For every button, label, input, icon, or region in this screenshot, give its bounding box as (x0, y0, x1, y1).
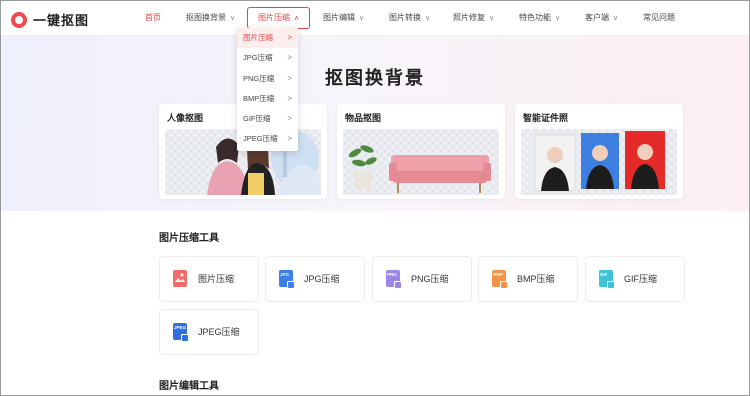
dropdown-item-label: JPEG压缩 (243, 134, 278, 144)
chevron-down-icon: ∨ (359, 15, 365, 22)
nav-client[interactable]: 客户端 ∨ (585, 1, 618, 35)
nav-special-features-label: 特色功能 (519, 13, 551, 22)
nav-cutout-background[interactable]: 抠图换背景 ∨ (186, 1, 235, 35)
gif-icon: GIF (599, 270, 615, 289)
nav-faq[interactable]: 常见问题 (643, 1, 675, 35)
dropdown-item-jpeg[interactable]: JPEG压缩 > (237, 129, 298, 149)
tool-label: BMP压缩 (517, 274, 555, 284)
dropdown-item-label: JPG压缩 (243, 53, 273, 63)
chevron-down-icon: ∨ (489, 15, 495, 22)
tool-label: PNG压缩 (411, 274, 449, 284)
hero-title: 抠图换背景 (325, 68, 425, 88)
png-icon: PNG (386, 270, 402, 289)
card-smart-id-photo[interactable]: 智能证件照 (515, 104, 683, 199)
gif-tag: GIF (600, 272, 608, 277)
tool-gif-compress[interactable]: GIF GIF压缩 (585, 256, 685, 302)
image-compress-icon (173, 270, 187, 287)
dropdown-item-label: 图片压缩 (243, 33, 273, 42)
chevron-down-icon: ∨ (230, 15, 236, 22)
nav-image-compress-label: 图片压缩 (258, 13, 290, 22)
compress-dropdown-menu: 图片压缩 > JPG压缩 > PNG压缩 > BMP压缩 > GIF压缩 > JPEG压缩… (237, 28, 298, 151)
logo-text: 一键抠图 (33, 13, 90, 28)
top-navbar: 一键抠图 首页 抠图换背景 ∨ 图片压缩 ∧ 图片编辑 ∨ 图片转换 ∨ 照片修复 ∨ 特… (1, 1, 749, 36)
dropdown-item-image-compress[interactable]: 图片压缩 > (237, 28, 298, 49)
nav-photo-restore[interactable]: 照片修复 ∨ (453, 1, 494, 35)
nav-image-edit[interactable]: 图片编辑 ∨ (323, 1, 364, 35)
id-photo-sample-image (521, 129, 677, 195)
chevron-down-icon: ∨ (425, 15, 431, 22)
chevron-right-icon: > (287, 134, 292, 144)
dropdown-item-png[interactable]: PNG压缩 > (237, 69, 298, 89)
dropdown-item-jpg[interactable]: JPG压缩 > (237, 48, 298, 68)
dropdown-item-label: GIF压缩 (243, 114, 271, 124)
dropdown-item-label: PNG压缩 (243, 73, 275, 83)
chevron-down-icon: ∨ (555, 15, 561, 22)
jpeg-icon: JPEG (173, 323, 189, 342)
nav-image-compress[interactable]: 图片压缩 ∧ (247, 7, 311, 29)
chevron-down-icon: ∨ (613, 15, 619, 22)
tool-label: GIF压缩 (624, 274, 657, 284)
nav-cutout-background-label: 抠图换背景 (186, 13, 226, 22)
dropdown-item-bmp[interactable]: BMP压缩 > (237, 89, 298, 109)
dropdown-item-gif[interactable]: GIF压缩 > (237, 109, 298, 129)
png-tag: PNG (387, 272, 397, 277)
page-frame: 一键抠图 首页 抠图换背景 ∨ 图片压缩 ∧ 图片编辑 ∨ 图片转换 ∨ 照片修复 ∨ 特… (0, 0, 750, 396)
edit-tools-title: 图片编辑工具 (159, 381, 219, 392)
jpg-icon: JPG (279, 270, 295, 289)
chevron-right-icon: > (287, 73, 292, 83)
nav-image-convert[interactable]: 图片转换 ∨ (389, 1, 430, 35)
jpg-tag: JPG (280, 272, 290, 277)
card-title: 物品抠图 (345, 113, 382, 123)
nav-home-label: 首页 (145, 13, 161, 22)
nav-faq-label: 常见问题 (643, 13, 675, 22)
nav-special-features[interactable]: 特色功能 ∨ (519, 1, 560, 35)
tool-image-compress[interactable]: 图片压缩 (159, 256, 259, 302)
nav-image-convert-label: 图片转换 (389, 13, 421, 22)
logo[interactable]: 一键抠图 (11, 10, 89, 29)
tool-png-compress[interactable]: PNG PNG压缩 (372, 256, 472, 302)
chevron-up-icon: ∧ (294, 15, 300, 22)
chevron-right-icon: > (287, 114, 292, 124)
nav-home[interactable]: 首页 (145, 1, 161, 35)
object-sample-image (343, 129, 499, 195)
chevron-right-icon: > (287, 33, 292, 42)
dropdown-item-label: BMP压缩 (243, 93, 275, 103)
logo-icon (11, 11, 27, 28)
tool-jpg-compress[interactable]: JPG JPG压缩 (265, 256, 365, 302)
chevron-right-icon: > (287, 53, 292, 63)
tool-label: 图片压缩 (198, 274, 235, 284)
chevron-right-icon: > (287, 93, 292, 103)
tool-jpeg-compress[interactable]: JPEG JPEG压缩 (159, 309, 259, 355)
card-title: 人像抠图 (167, 113, 204, 123)
bmp-icon: BMP (492, 270, 508, 289)
hero-banner: 抠图换背景 人像抠图 物品抠图 智能证件照 (1, 36, 749, 211)
card-title: 智能证件照 (523, 113, 569, 123)
tool-label: JPEG压缩 (198, 327, 240, 337)
bmp-tag: BMP (493, 272, 503, 277)
nav-photo-restore-label: 照片修复 (453, 13, 485, 22)
card-object-cutout[interactable]: 物品抠图 (337, 104, 505, 199)
nav-image-edit-label: 图片编辑 (323, 13, 355, 22)
jpeg-tag: JPEG (174, 325, 187, 330)
compress-tools-title: 图片压缩工具 (159, 233, 219, 244)
tool-label: JPG压缩 (304, 274, 340, 284)
nav-client-label: 客户端 (585, 13, 609, 22)
tool-bmp-compress[interactable]: BMP BMP压缩 (478, 256, 578, 302)
